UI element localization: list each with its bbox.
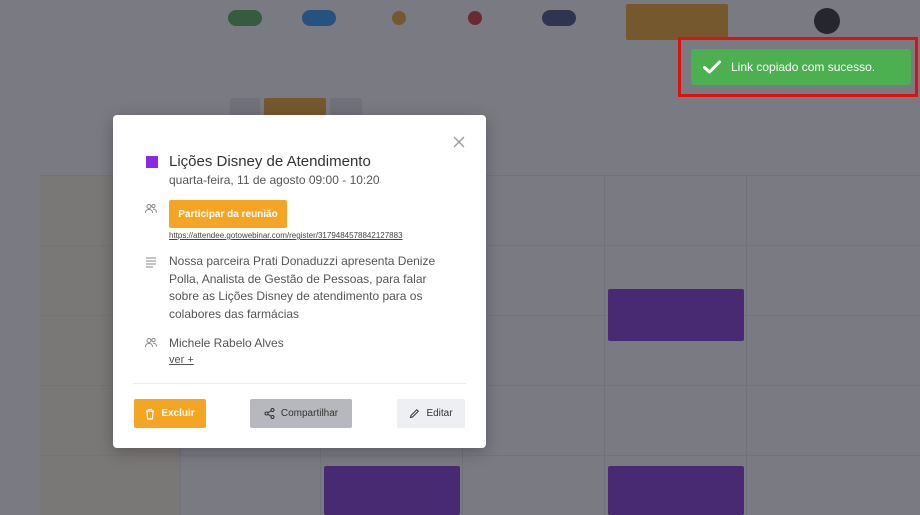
- share-label: Compartilhar: [280, 408, 339, 419]
- pencil-icon: [410, 408, 420, 419]
- delete-button[interactable]: Excluir: [134, 399, 206, 428]
- event-title-row: Lições Disney de Atendimento: [146, 153, 371, 170]
- event-title: Lições Disney de Atendimento: [169, 153, 371, 170]
- share-icon: [264, 408, 275, 419]
- event-datetime: quarta-feira, 11 de agosto 09:00 - 10:20: [169, 173, 380, 187]
- description-icon: [144, 255, 158, 269]
- close-icon[interactable]: [452, 135, 466, 149]
- join-meeting-button[interactable]: Participar da reunião: [169, 200, 287, 228]
- trash-icon: [146, 408, 155, 420]
- share-button[interactable]: Compartilhar: [250, 399, 352, 428]
- check-icon: [703, 60, 721, 74]
- success-toast: Link copiado com sucesso.: [691, 49, 911, 85]
- event-description: Nossa parceira Prati Donaduzzi apresenta…: [169, 254, 436, 321]
- event-details-modal: Lições Disney de Atendimento quarta-feir…: [113, 115, 486, 448]
- delete-label: Excluir: [161, 408, 195, 419]
- event-organizer: Michele Rabelo Alves: [169, 336, 284, 350]
- edit-button[interactable]: Editar: [397, 399, 465, 428]
- users-icon: [144, 202, 158, 216]
- edit-label: Editar: [426, 408, 453, 419]
- event-color-swatch: [146, 155, 158, 168]
- toast-message: Link copiado com sucesso.: [731, 60, 876, 74]
- organizer-icon: [144, 336, 158, 350]
- see-more-link[interactable]: ver +: [169, 354, 194, 366]
- modal-divider: [133, 383, 466, 384]
- meeting-link[interactable]: https://attendee.gotowebinar.com/registe…: [169, 231, 403, 240]
